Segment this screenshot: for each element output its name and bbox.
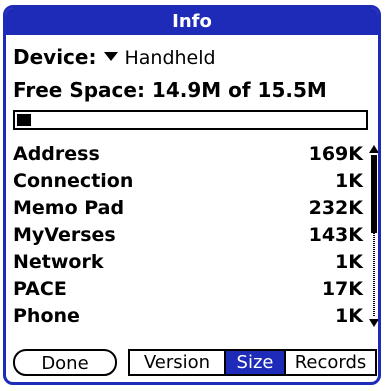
app-name: Phone (13, 305, 80, 327)
view-segmented-control: Version Size Records (128, 349, 377, 376)
device-row: Device: Handheld (13, 45, 216, 70)
scroll-up-arrow-icon[interactable] (369, 145, 378, 153)
device-label: Device: (13, 45, 97, 69)
app-size: 1K (335, 170, 363, 192)
app-size: 17K (321, 278, 363, 300)
button-row: Done Version Size Records (6, 349, 378, 379)
list-item[interactable]: PACE 17K (13, 276, 363, 303)
app-size: 232K (308, 197, 363, 219)
tab-size[interactable]: Size (226, 351, 286, 374)
done-button[interactable]: Done (13, 349, 117, 376)
scroll-down-arrow-icon[interactable] (369, 319, 378, 327)
app-size-list: Address 169K Connection 1K Memo Pad 232K… (13, 141, 363, 330)
app-size: 1K (335, 251, 363, 273)
list-item[interactable]: Phone 1K (13, 303, 363, 330)
scroll-thumb[interactable] (371, 155, 377, 233)
app-name: MyVerses (13, 224, 116, 246)
app-name: Address (13, 143, 100, 165)
device-selector[interactable]: Handheld (124, 47, 215, 69)
list-item[interactable]: Connection 1K (13, 168, 363, 195)
free-space-text: Free Space: 14.9M of 15.5M (13, 78, 327, 102)
app-name: PACE (13, 278, 67, 300)
tab-version[interactable]: Version (130, 351, 226, 374)
app-size: 1K (335, 305, 363, 327)
tab-records[interactable]: Records (286, 351, 375, 374)
free-space-bar (13, 110, 368, 130)
app-name: Connection (13, 170, 134, 192)
app-size: 143K (308, 224, 363, 246)
list-scrollbar[interactable] (368, 145, 378, 327)
list-item[interactable]: Address 169K (13, 141, 363, 168)
free-space-bar-fill (17, 114, 31, 126)
palm-screen: Info Device: Handheld Free Space: 14.9M o… (0, 0, 387, 391)
list-item[interactable]: Network 1K (13, 249, 363, 276)
list-item[interactable]: MyVerses 143K (13, 222, 363, 249)
list-item[interactable]: Memo Pad 232K (13, 195, 363, 222)
app-name: Memo Pad (13, 197, 125, 219)
info-dialog: Info Device: Handheld Free Space: 14.9M o… (3, 5, 381, 385)
app-name: Network (13, 251, 104, 273)
title-bar: Info (6, 8, 378, 35)
dropdown-arrow-icon[interactable] (104, 52, 119, 61)
app-size: 169K (308, 143, 363, 165)
